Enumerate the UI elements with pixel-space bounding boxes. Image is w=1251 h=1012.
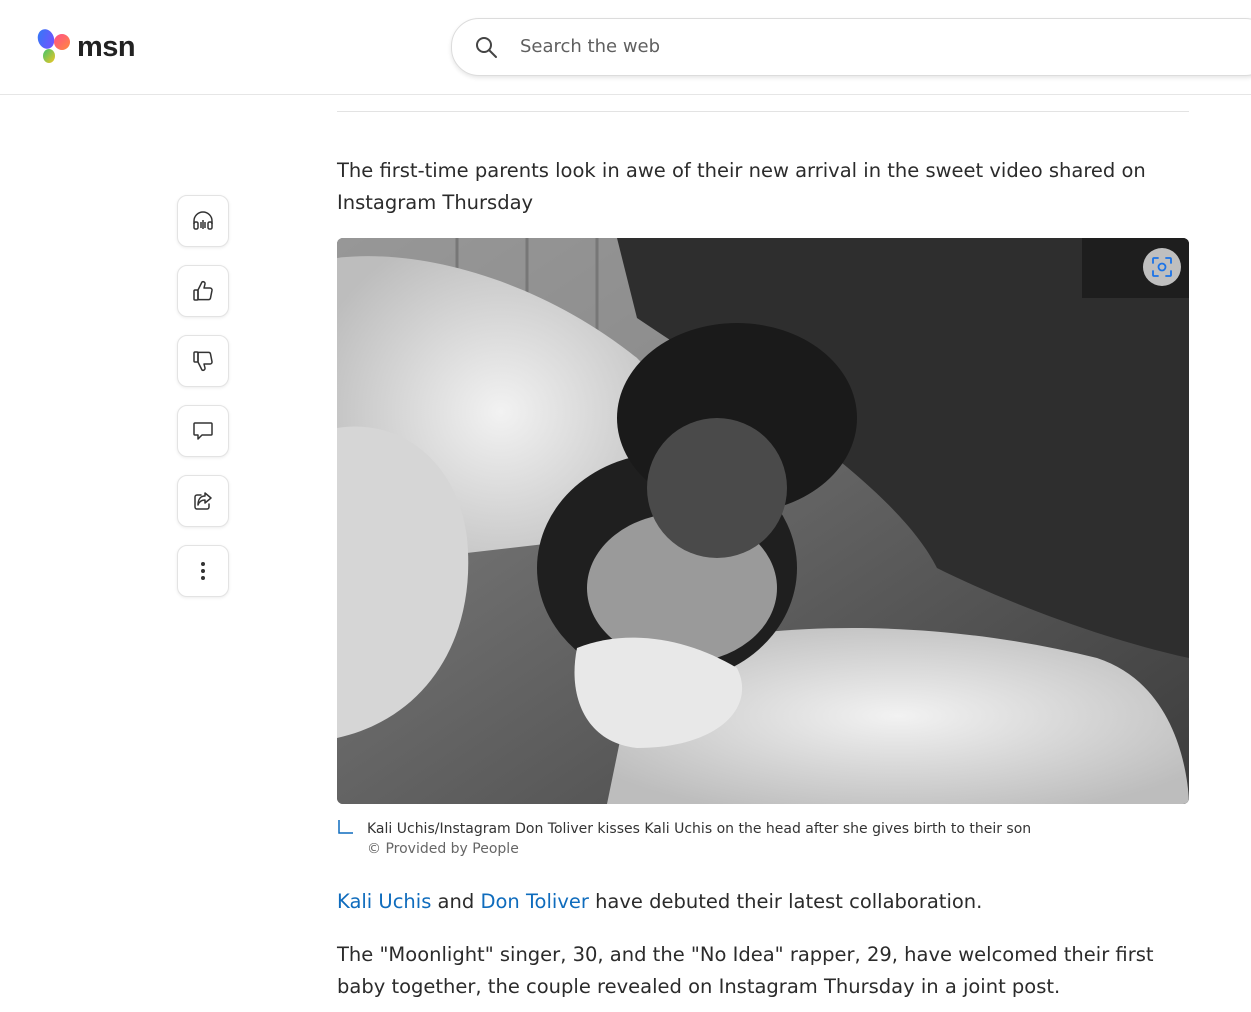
- msn-logo[interactable]: msn: [35, 27, 136, 67]
- headphones-icon: [193, 211, 213, 230]
- image-credit: © Provided by People: [367, 841, 519, 857]
- top-bar: msn Search the web: [0, 0, 1251, 95]
- intro-paragraph: The first-time parents look in awe of th…: [337, 159, 1146, 214]
- like-button[interactable]: [177, 265, 229, 317]
- msn-butterfly-icon: [37, 29, 70, 63]
- divider: [337, 111, 1189, 112]
- share-icon: [194, 492, 212, 510]
- comment-icon: [193, 422, 213, 440]
- photo-image: [337, 238, 1189, 804]
- visual-search-button[interactable]: [1143, 248, 1181, 286]
- caption-corner-icon: [338, 820, 353, 834]
- image-caption: Kali Uchis/Instagram Don Toliver kisses …: [367, 821, 1032, 837]
- listen-button[interactable]: [177, 195, 229, 247]
- para1-connector: and: [431, 890, 481, 913]
- more-vertical-icon: [201, 562, 205, 580]
- search-icon: [476, 37, 497, 58]
- share-button[interactable]: [177, 475, 229, 527]
- body-paragraph-1: Kali Uchis and Don Toliver have debuted …: [337, 886, 1189, 918]
- article-photo[interactable]: [337, 238, 1189, 804]
- link-kali-uchis[interactable]: Kali Uchis: [337, 890, 431, 913]
- search-box[interactable]: Search the web: [451, 18, 1251, 76]
- body-paragraph-2: The "Moonlight" singer, 30, and the "No …: [337, 943, 1154, 998]
- search-input[interactable]: Search the web: [520, 36, 660, 57]
- visual-search-icon: [1152, 257, 1172, 277]
- more-options-button[interactable]: [177, 545, 229, 597]
- thumbs-up-icon: [193, 280, 213, 301]
- comment-button[interactable]: [177, 405, 229, 457]
- logo-text: msn: [77, 30, 136, 63]
- para1-rest: have debuted their latest collaboration.: [588, 890, 983, 913]
- thumbs-down-icon: [193, 351, 213, 372]
- dislike-button[interactable]: [177, 335, 229, 387]
- link-don-toliver[interactable]: Don Toliver: [480, 890, 588, 913]
